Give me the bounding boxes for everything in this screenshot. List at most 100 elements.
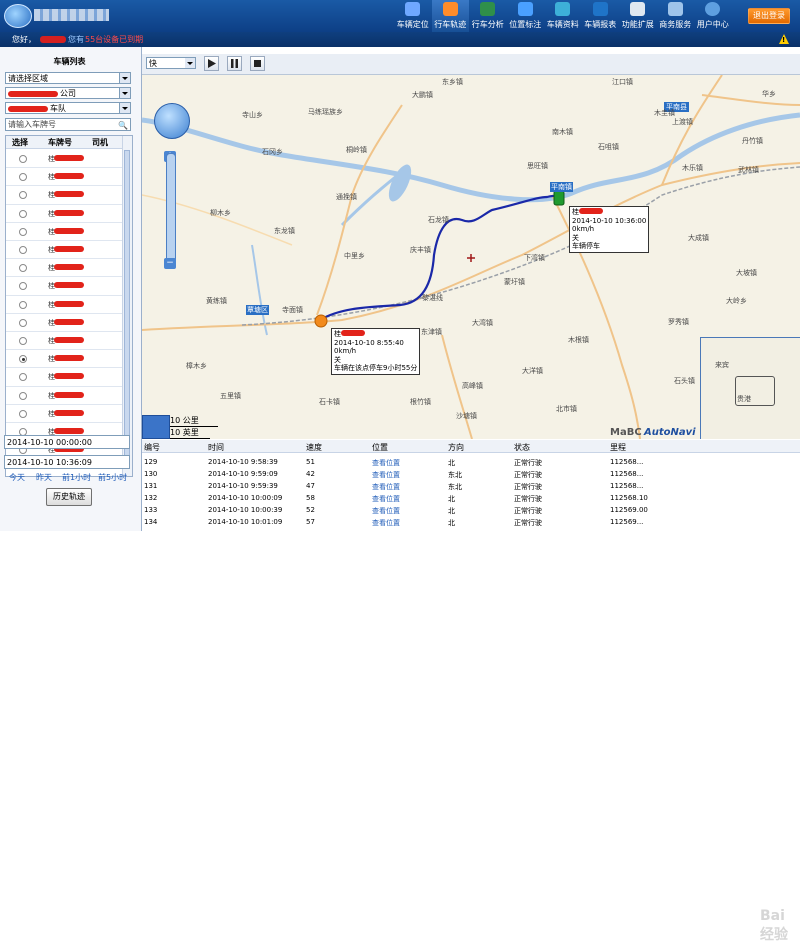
stop-icon xyxy=(254,60,261,67)
vehicle-row[interactable]: 桂 xyxy=(6,276,122,296)
vehicle-row[interactable]: 桂 xyxy=(6,313,122,332)
expiry-notice[interactable]: 55台设备已到期 xyxy=(85,32,143,47)
chevron-down-icon xyxy=(119,88,130,98)
nav-vehicle-locate[interactable]: 车辆定位 xyxy=(394,0,432,32)
map-view[interactable]: 东乡镇 江口镇 华乡 平南县 寺山乡 马练瑶族乡 大鹏镇 木圭镇 上渡镇 南木镇… xyxy=(142,75,800,439)
nav-business-service[interactable]: 商务服务 xyxy=(657,0,695,32)
pause-button[interactable] xyxy=(227,56,242,71)
nav-driving-track[interactable]: 行车轨迹 xyxy=(431,0,469,32)
minimap-viewport[interactable] xyxy=(735,376,775,406)
record-status: 正常行驶 xyxy=(514,483,542,491)
record-status: 正常行驶 xyxy=(514,471,542,479)
record-location[interactable]: 查看位置 xyxy=(372,518,400,528)
plate-redacted xyxy=(54,191,84,198)
history-track-button[interactable]: 历史轨迹 xyxy=(46,488,92,506)
map-place: 通挽镇 xyxy=(336,193,357,201)
map-place: 丹竹镇 xyxy=(742,137,763,145)
vehicle-radio[interactable] xyxy=(19,373,27,382)
vehicle-radio[interactable] xyxy=(19,246,27,254)
vehicle-row[interactable]: 桂 xyxy=(6,222,122,241)
record-location[interactable]: 查看位置 xyxy=(372,506,400,516)
vehicle-radio[interactable] xyxy=(19,191,27,200)
nav-location-mark[interactable]: 位置标注 xyxy=(507,0,545,32)
quick-yesterday-link[interactable]: 昨天 xyxy=(36,472,52,483)
vehicle-row[interactable]: 桂 xyxy=(6,404,122,423)
vehicle-row[interactable]: 桂 xyxy=(6,185,122,205)
fleet-select[interactable]: 车队 xyxy=(5,102,131,114)
vehicle-radio[interactable] xyxy=(19,155,27,163)
plate-redacted xyxy=(54,155,84,161)
speed-select[interactable]: 快 xyxy=(146,57,196,69)
overview-minimap[interactable]: 来宾 贵港 xyxy=(700,337,800,439)
satellite-icon xyxy=(405,2,420,16)
record-location[interactable]: 查看位置 xyxy=(372,494,400,504)
pan-control[interactable] xyxy=(154,103,190,139)
record-row: 130 2014-10-10 9:59:09 42 查看位置 东北 正常行驶 112568.… xyxy=(142,468,800,480)
vehicle-radio[interactable] xyxy=(19,318,27,327)
map-place: 大坡镇 xyxy=(736,269,757,277)
vehicle-row[interactable]: 桂 xyxy=(6,167,122,187)
vehicle-row[interactable]: 桂 xyxy=(6,149,122,169)
vehicle-radio[interactable] xyxy=(19,264,27,273)
logout-button[interactable]: 退出登录 xyxy=(748,8,790,24)
stop-button[interactable] xyxy=(250,56,265,71)
plate-redacted xyxy=(54,227,84,234)
vehicle-radio[interactable] xyxy=(19,282,27,291)
record-id: 130 xyxy=(144,470,158,478)
records-header: 编号 时间 速度 位置 方向 状态 里程 xyxy=(142,440,800,453)
nav-extensions[interactable]: 功能扩展 xyxy=(619,0,657,32)
quick-5hour-link[interactable]: 前5小时 xyxy=(98,472,127,483)
play-button[interactable] xyxy=(204,56,219,71)
vehicle-list-scrollbar[interactable] xyxy=(122,136,132,476)
monitor-icon xyxy=(480,2,495,16)
plate-search-input[interactable]: 请输入车牌号 🔍 xyxy=(5,118,131,131)
plate-redacted xyxy=(54,409,84,416)
record-location[interactable]: 查看位置 xyxy=(372,482,400,492)
baidu-watermark: Bai 经验 xyxy=(760,908,788,943)
mapabc-logo: MaBC xyxy=(610,427,642,438)
nav-vehicle-report[interactable]: 车辆报表 xyxy=(582,0,620,32)
vehicle-radio[interactable] xyxy=(19,227,27,236)
quick-1hour-link[interactable]: 前1小时 xyxy=(62,472,91,483)
start-time-input[interactable]: 2014-10-10 00:00:00 xyxy=(4,435,130,449)
nav-user-center[interactable]: 用户中心 xyxy=(694,0,732,32)
vehicle-panel: 车辆列表 请选择区域 公司 车队 请输入车牌号 🔍 选择 车牌号 司机 桂桂桂桂桂… xyxy=(0,47,142,531)
company-select[interactable]: 公司 xyxy=(5,87,131,99)
vehicle-radio[interactable] xyxy=(19,355,27,364)
record-row: 129 2014-10-10 9:58:39 51 查看位置 北 正常行驶 112568..… xyxy=(142,456,800,468)
quick-today-link[interactable]: 今天 xyxy=(9,472,25,483)
record-location[interactable]: 查看位置 xyxy=(372,470,400,480)
vehicle-radio[interactable] xyxy=(19,300,27,309)
vehicle-radio[interactable] xyxy=(19,173,27,182)
record-status: 正常行驶 xyxy=(514,507,542,515)
nav-vehicle-info[interactable]: 车辆资料 xyxy=(544,0,582,32)
plate-redacted xyxy=(54,300,84,307)
vehicle-radio[interactable] xyxy=(19,209,27,218)
nav-driving-analysis[interactable]: 行车分析 xyxy=(469,0,507,32)
vehicle-row[interactable]: 桂 xyxy=(6,367,122,387)
record-id: 133 xyxy=(144,506,158,514)
main-nav: 车辆定位 行车轨迹 行车分析 位置标注 车辆资料 车辆报表 功能扩展 商务服务 … xyxy=(394,0,732,32)
search-icon[interactable]: 🔍 xyxy=(118,120,128,132)
vehicle-radio[interactable] xyxy=(19,337,27,345)
map-place: 石龙镇 xyxy=(428,216,449,224)
region-select[interactable]: 请选择区域 xyxy=(5,72,131,84)
vehicle-row[interactable]: 桂 xyxy=(6,331,122,351)
plate-redacted xyxy=(54,209,84,216)
vehicle-row[interactable]: 桂 xyxy=(6,386,122,405)
vehicle-radio[interactable] xyxy=(19,391,27,400)
end-time-input[interactable]: 2014-10-10 10:36:09 xyxy=(4,455,130,469)
zoom-slider[interactable] xyxy=(166,153,176,267)
plate-redacted xyxy=(54,337,84,343)
vehicle-row[interactable]: 桂 xyxy=(6,204,122,223)
vehicle-row[interactable]: 桂 xyxy=(6,240,122,260)
record-location[interactable]: 查看位置 xyxy=(372,458,400,468)
map-place: 石头镇 xyxy=(674,377,695,385)
vehicle-row[interactable]: 桂 xyxy=(6,349,122,369)
plate-redacted xyxy=(54,428,84,434)
vehicle-radio[interactable] xyxy=(19,409,27,418)
vehicle-row[interactable]: 桂 xyxy=(6,258,122,278)
zoom-out-button[interactable]: − xyxy=(164,258,176,269)
vehicle-row[interactable]: 桂 xyxy=(6,295,122,314)
map-type-icon[interactable] xyxy=(142,415,170,439)
